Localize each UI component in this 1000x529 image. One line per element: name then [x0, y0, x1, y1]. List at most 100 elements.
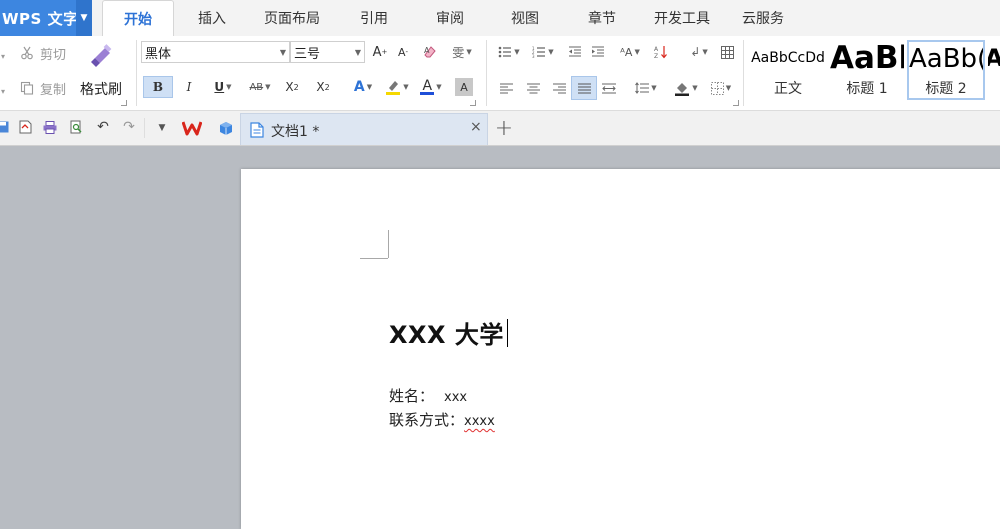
text-effect-button[interactable]: A ▼ [347, 76, 379, 98]
customize-toolbar-icon[interactable]: ▼ [153, 119, 171, 137]
style-normal-sample: AaBbCcDd [751, 50, 825, 66]
style-heading-1-label: 标题 1 [846, 81, 888, 97]
name-value: xxx [444, 390, 468, 405]
tab-developer[interactable]: 开发工具 [654, 0, 710, 36]
redo-icon[interactable]: ↷ [120, 118, 138, 136]
highlight-button[interactable]: ▼ [381, 76, 413, 98]
tab-chapter[interactable]: 章节 [588, 0, 616, 36]
ribbon: ▾ ▾ 剪切 复制 格式刷 黑体 ▼ 三号 ▼ A + A- A 雯 ▼ B I U… [0, 36, 1000, 111]
group-separator [486, 40, 487, 106]
save-icon[interactable] [0, 118, 10, 136]
app-menu-dropdown-icon[interactable]: ▼ [76, 0, 92, 36]
wps-logo-icon[interactable] [181, 117, 203, 139]
font-size-value: 三号 [294, 46, 321, 62]
cloud-cube-icon[interactable] [216, 118, 236, 138]
font-name-value: 黑体 [145, 46, 172, 62]
distributed-align-icon[interactable] [600, 78, 618, 98]
style-heading-2-sample: AaBb( [909, 44, 983, 74]
style-heading-2[interactable]: AaBb( 标题 2 [907, 40, 985, 100]
tab-review[interactable]: 审阅 [436, 0, 464, 36]
change-case-button[interactable]: ᴬA ▼ [614, 42, 646, 62]
align-left-icon[interactable] [497, 78, 515, 98]
underline-button[interactable]: U ▼ [207, 76, 239, 98]
document-tab[interactable]: 文档1 * × [240, 113, 488, 145]
tab-cloud-service[interactable]: 云服务 [742, 0, 784, 36]
font-dialog-launcher-icon[interactable] [470, 100, 476, 106]
svg-text:3: 3 [532, 54, 535, 58]
char-shading-icon[interactable]: A [455, 78, 473, 96]
table-grid-icon[interactable] [718, 42, 736, 62]
grow-font-icon[interactable]: A + [370, 42, 390, 62]
align-right-icon[interactable] [550, 78, 568, 98]
show-marks-button[interactable]: ↲ ▼ [683, 42, 715, 62]
copy-button[interactable]: 复制 [20, 77, 66, 99]
document-page[interactable]: XXX 大学 姓名： xxx 联系方式： xxxx [241, 169, 1000, 529]
font-name-combo[interactable]: 黑体 ▼ [141, 41, 290, 63]
text-cursor [506, 318, 508, 347]
borders-button[interactable]: ▼ [705, 78, 737, 98]
tab-page-layout[interactable]: 页面布局 [264, 0, 320, 36]
justify-icon[interactable] [571, 76, 597, 100]
paragraph-dialog-launcher-icon[interactable] [733, 100, 739, 106]
numbered-list-icon: 123 [532, 46, 546, 58]
font-size-combo[interactable]: 三号 ▼ [290, 41, 365, 63]
contact-label: 联系方式： [389, 411, 465, 429]
change-case-icon: ᴬA [620, 45, 633, 59]
style-heading-1[interactable]: AaBb 标题 1 [830, 40, 904, 100]
font-color-button[interactable]: A ▼ [415, 76, 447, 98]
undo-icon[interactable]: ↶ [94, 118, 112, 136]
document-heading[interactable]: XXX 大学 [389, 315, 508, 350]
phonetic-guide-icon[interactable]: 雯 ▼ [448, 42, 476, 62]
bullet-list-icon [498, 46, 512, 58]
tab-home[interactable]: 开始 [102, 0, 174, 37]
contact-value: xxxx [464, 414, 495, 429]
clear-format-icon[interactable]: A [420, 42, 440, 62]
format-painter-icon[interactable] [88, 40, 116, 72]
paint-bucket-icon [675, 83, 690, 96]
name-line[interactable]: 姓名： xxx [389, 385, 467, 406]
bold-button[interactable]: B [143, 76, 173, 98]
style-next[interactable]: A [988, 40, 1000, 100]
contact-line[interactable]: 联系方式： xxxx [389, 409, 495, 430]
shading-button[interactable]: ▼ [670, 78, 702, 98]
subscript-button[interactable]: X2 [312, 76, 334, 98]
decrease-indent-icon[interactable] [566, 42, 584, 62]
name-label: 姓名： [389, 387, 435, 405]
numbered-list-button[interactable]: 1 2 3 ▼ [527, 42, 559, 62]
clipboard-dialog-launcher-icon[interactable] [121, 100, 127, 106]
svg-text:A: A [654, 46, 659, 53]
style-next-sample: A [988, 44, 1000, 72]
cut-button[interactable]: 剪切 [20, 42, 66, 64]
paste-option-icon[interactable]: ▾ [0, 81, 8, 101]
chevron-down-icon: ▼ [354, 48, 361, 57]
format-painter-label[interactable]: 格式刷 [80, 78, 122, 100]
copy-icon [20, 81, 34, 95]
print-icon[interactable] [41, 118, 59, 136]
style-heading-1-sample: AaBb [830, 40, 904, 76]
bullet-list-button[interactable]: ▼ [493, 42, 525, 62]
italic-button[interactable]: I [180, 76, 198, 98]
style-normal[interactable]: AaBbCcDd 正文 [749, 40, 827, 100]
tab-view[interactable]: 视图 [511, 0, 539, 36]
close-icon[interactable]: × [470, 119, 482, 135]
strikethrough-button[interactable]: AB ▼ [243, 76, 277, 98]
text-effect-icon: A [353, 79, 365, 95]
group-separator [136, 40, 137, 106]
app-menu-button[interactable]: WPS 文字 ▼ [0, 0, 92, 36]
document-tab-title: 文档1 * [271, 124, 320, 140]
print-preview-icon[interactable] [67, 118, 85, 136]
tab-insert[interactable]: 插入 [198, 0, 226, 36]
increase-indent-icon[interactable] [589, 42, 607, 62]
paste-dropdown-icon[interactable]: ▾ [0, 46, 8, 66]
export-pdf-icon[interactable] [16, 118, 34, 136]
tab-references[interactable]: 引用 [360, 0, 388, 36]
shrink-font-icon[interactable]: A- [393, 42, 413, 62]
svg-text:Z: Z [654, 53, 658, 59]
new-tab-plus-icon[interactable]: + [494, 116, 514, 141]
superscript-button[interactable]: X2 [281, 76, 303, 98]
line-spacing-button[interactable]: ▼ [630, 78, 662, 98]
align-center-icon[interactable] [524, 78, 542, 98]
quick-access-tab-bar: ↶ ↷ ▼ 文档1 * × + [0, 111, 1000, 146]
chevron-down-icon: ▼ [279, 48, 286, 57]
sort-icon[interactable]: AZ [652, 42, 670, 62]
